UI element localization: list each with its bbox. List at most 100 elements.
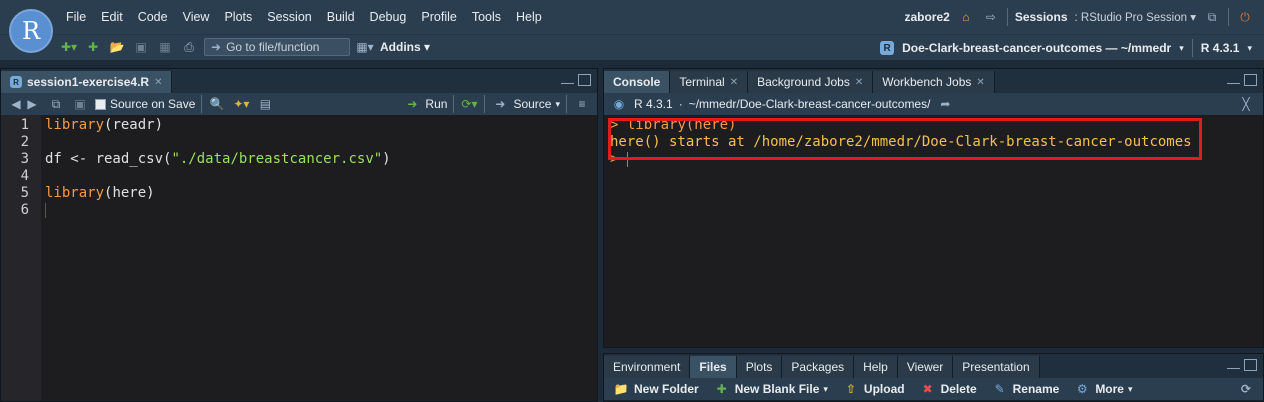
window-controls (1227, 359, 1257, 371)
show-in-window-icon[interactable]: ⧉ (47, 95, 65, 113)
chevron-down-icon[interactable]: ▾ (1247, 43, 1252, 54)
close-icon[interactable]: ✕ (976, 77, 984, 88)
menu-build[interactable]: Build (327, 10, 355, 24)
search-icon[interactable]: 🔍 (208, 95, 226, 113)
source-label: Source (513, 97, 552, 111)
rename-button[interactable]: ✎ Rename (991, 380, 1060, 398)
tab-files[interactable]: Files (690, 356, 737, 378)
code-line[interactable] (45, 134, 597, 151)
code-line[interactable] (45, 202, 597, 219)
console-output[interactable]: > library(here) here() starts at /home/z… (604, 115, 1263, 347)
divider (1006, 8, 1008, 26)
refresh-icon[interactable]: ⟳ (1237, 380, 1255, 398)
save-all-icon[interactable]: ▦ (156, 38, 174, 56)
tab-workbench-jobs[interactable]: Workbench Jobs ✕ (873, 71, 995, 93)
tab-packages[interactable]: Packages (782, 356, 855, 378)
power-icon[interactable]: ⏻ (1236, 8, 1254, 26)
maximize-icon[interactable] (1244, 74, 1257, 86)
forward-icon[interactable]: ▶ (23, 95, 41, 113)
magic-wand-icon[interactable]: ✦▾ (232, 95, 250, 113)
tab-presentation[interactable]: Presentation (953, 356, 1040, 378)
menu-plots[interactable]: Plots (224, 10, 252, 24)
code-line[interactable]: library(readr) (45, 117, 597, 134)
tab-label: Environment (613, 360, 681, 374)
code-line[interactable]: library(here) (45, 185, 597, 202)
source-on-save-checkbox[interactable]: Source on Save (95, 97, 195, 111)
more-button[interactable]: ⚙ More ▾ (1073, 380, 1133, 398)
r-version[interactable]: R 4.3.1 (1201, 41, 1240, 55)
new-session-icon[interactable]: ⧉ (1203, 8, 1221, 26)
session-name[interactable]: : RStudio Pro Session ▾ (1075, 10, 1196, 24)
close-icon[interactable]: ✕ (855, 77, 863, 88)
tab-script[interactable]: R session1-exercise4.R ✕ (1, 71, 173, 93)
maximize-icon[interactable] (578, 74, 591, 86)
divider (201, 95, 203, 113)
menu-code[interactable]: Code (138, 10, 168, 24)
toolbar-icons: ✚▾ ✚ 📂 ▣ ▦ ⎙ ➜ Go to file/function ▦▾ Ad… (60, 38, 430, 56)
minimize-icon[interactable] (1227, 74, 1240, 84)
tab-viewer[interactable]: Viewer (897, 356, 954, 378)
console-r-version: R 4.3.1 (634, 97, 673, 111)
sign-out-icon[interactable]: ⇨ (982, 8, 1000, 26)
save-icon[interactable]: ▣ (132, 38, 150, 56)
maximize-icon[interactable] (1244, 359, 1257, 371)
code-args: (here) (104, 185, 155, 201)
source-on-save-label: Source on Save (110, 97, 196, 111)
menu-bar: R File Edit Code View Plots Session Buil… (0, 0, 1264, 53)
new-folder-button[interactable]: 📁 New Folder (612, 380, 699, 398)
menu-help[interactable]: Help (516, 10, 542, 24)
new-blank-file-button[interactable]: ✚ New Blank File ▾ (713, 380, 828, 398)
minimize-icon[interactable] (1227, 359, 1240, 369)
close-icon[interactable]: ✕ (730, 77, 738, 88)
addins-menu[interactable]: Addins ▾ (380, 40, 430, 54)
open-file-icon[interactable]: 📂 (108, 38, 126, 56)
minimize-icon[interactable] (561, 74, 574, 84)
working-directory: ~/mmedr/Doe-Clark-breast-cancer-outcomes… (688, 97, 931, 111)
menu-edit[interactable]: Edit (101, 10, 123, 24)
goto-directory-icon[interactable]: ➦ (936, 95, 954, 113)
tab-terminal[interactable]: Terminal ✕ (670, 71, 749, 93)
print-icon[interactable]: ⎙ (180, 38, 198, 56)
source-button[interactable]: ➜ Source ▾ (491, 95, 560, 113)
home-icon[interactable]: ⌂ (957, 8, 975, 26)
new-file-icon[interactable]: ✚▾ (60, 38, 78, 56)
menu-view[interactable]: View (183, 10, 210, 24)
upload-button[interactable]: ⇧ Upload (842, 380, 905, 398)
line-number: 3 (20, 151, 29, 167)
tab-plots[interactable]: Plots (736, 356, 783, 378)
project-name[interactable]: Doe-Clark-breast-cancer-outcomes — ~/mme… (902, 41, 1171, 55)
chevron-down-icon[interactable]: ▾ (1179, 43, 1184, 54)
goto-file-input[interactable]: ➜ Go to file/function (204, 38, 350, 56)
save-icon[interactable]: ▣ (71, 95, 89, 113)
compile-report-icon[interactable]: ▤ (256, 95, 274, 113)
button-label: Delete (940, 382, 977, 396)
tab-console[interactable]: Console (604, 71, 671, 93)
close-icon[interactable]: ✕ (154, 77, 162, 88)
new-project-icon[interactable]: ✚ (84, 38, 102, 56)
rerun-icon[interactable]: ⟳▾ (460, 95, 478, 113)
code-editor[interactable]: 1 2 3 4 5 6 library(readr) df <- read_cs… (1, 115, 597, 401)
tab-help[interactable]: Help (854, 356, 898, 378)
broom-icon[interactable]: ╳ (1237, 95, 1255, 113)
menu-profile[interactable]: Profile (421, 10, 456, 24)
tab-background-jobs[interactable]: Background Jobs ✕ (748, 71, 874, 93)
run-button[interactable]: ➜ Run (403, 95, 447, 113)
grid-icon[interactable]: ▦▾ (356, 38, 374, 56)
menu-session[interactable]: Session (267, 10, 311, 24)
code-line[interactable] (45, 168, 597, 185)
code-lines[interactable]: library(readr) df <- read_csv("./data/br… (45, 117, 597, 219)
outline-icon[interactable]: ≡ (573, 95, 591, 113)
code-text: read_csv (95, 151, 164, 167)
code-function: library (45, 117, 105, 133)
highlight-annotation (608, 118, 1202, 160)
code-line[interactable]: df <- read_csv("./data/breastcancer.csv"… (45, 151, 597, 168)
delete-button[interactable]: ✖ Delete (919, 380, 977, 398)
menu-tools[interactable]: Tools (472, 10, 501, 24)
chevron-down-icon: ▾ (823, 383, 828, 394)
chevron-down-icon: ▾ (1127, 383, 1133, 394)
tab-environment[interactable]: Environment (604, 356, 691, 378)
menu-debug[interactable]: Debug (370, 10, 407, 24)
code-string: "./data/breastcancer.csv" (171, 151, 383, 167)
sessions-label[interactable]: Sessions (1015, 10, 1068, 24)
menu-file[interactable]: File (66, 10, 86, 24)
